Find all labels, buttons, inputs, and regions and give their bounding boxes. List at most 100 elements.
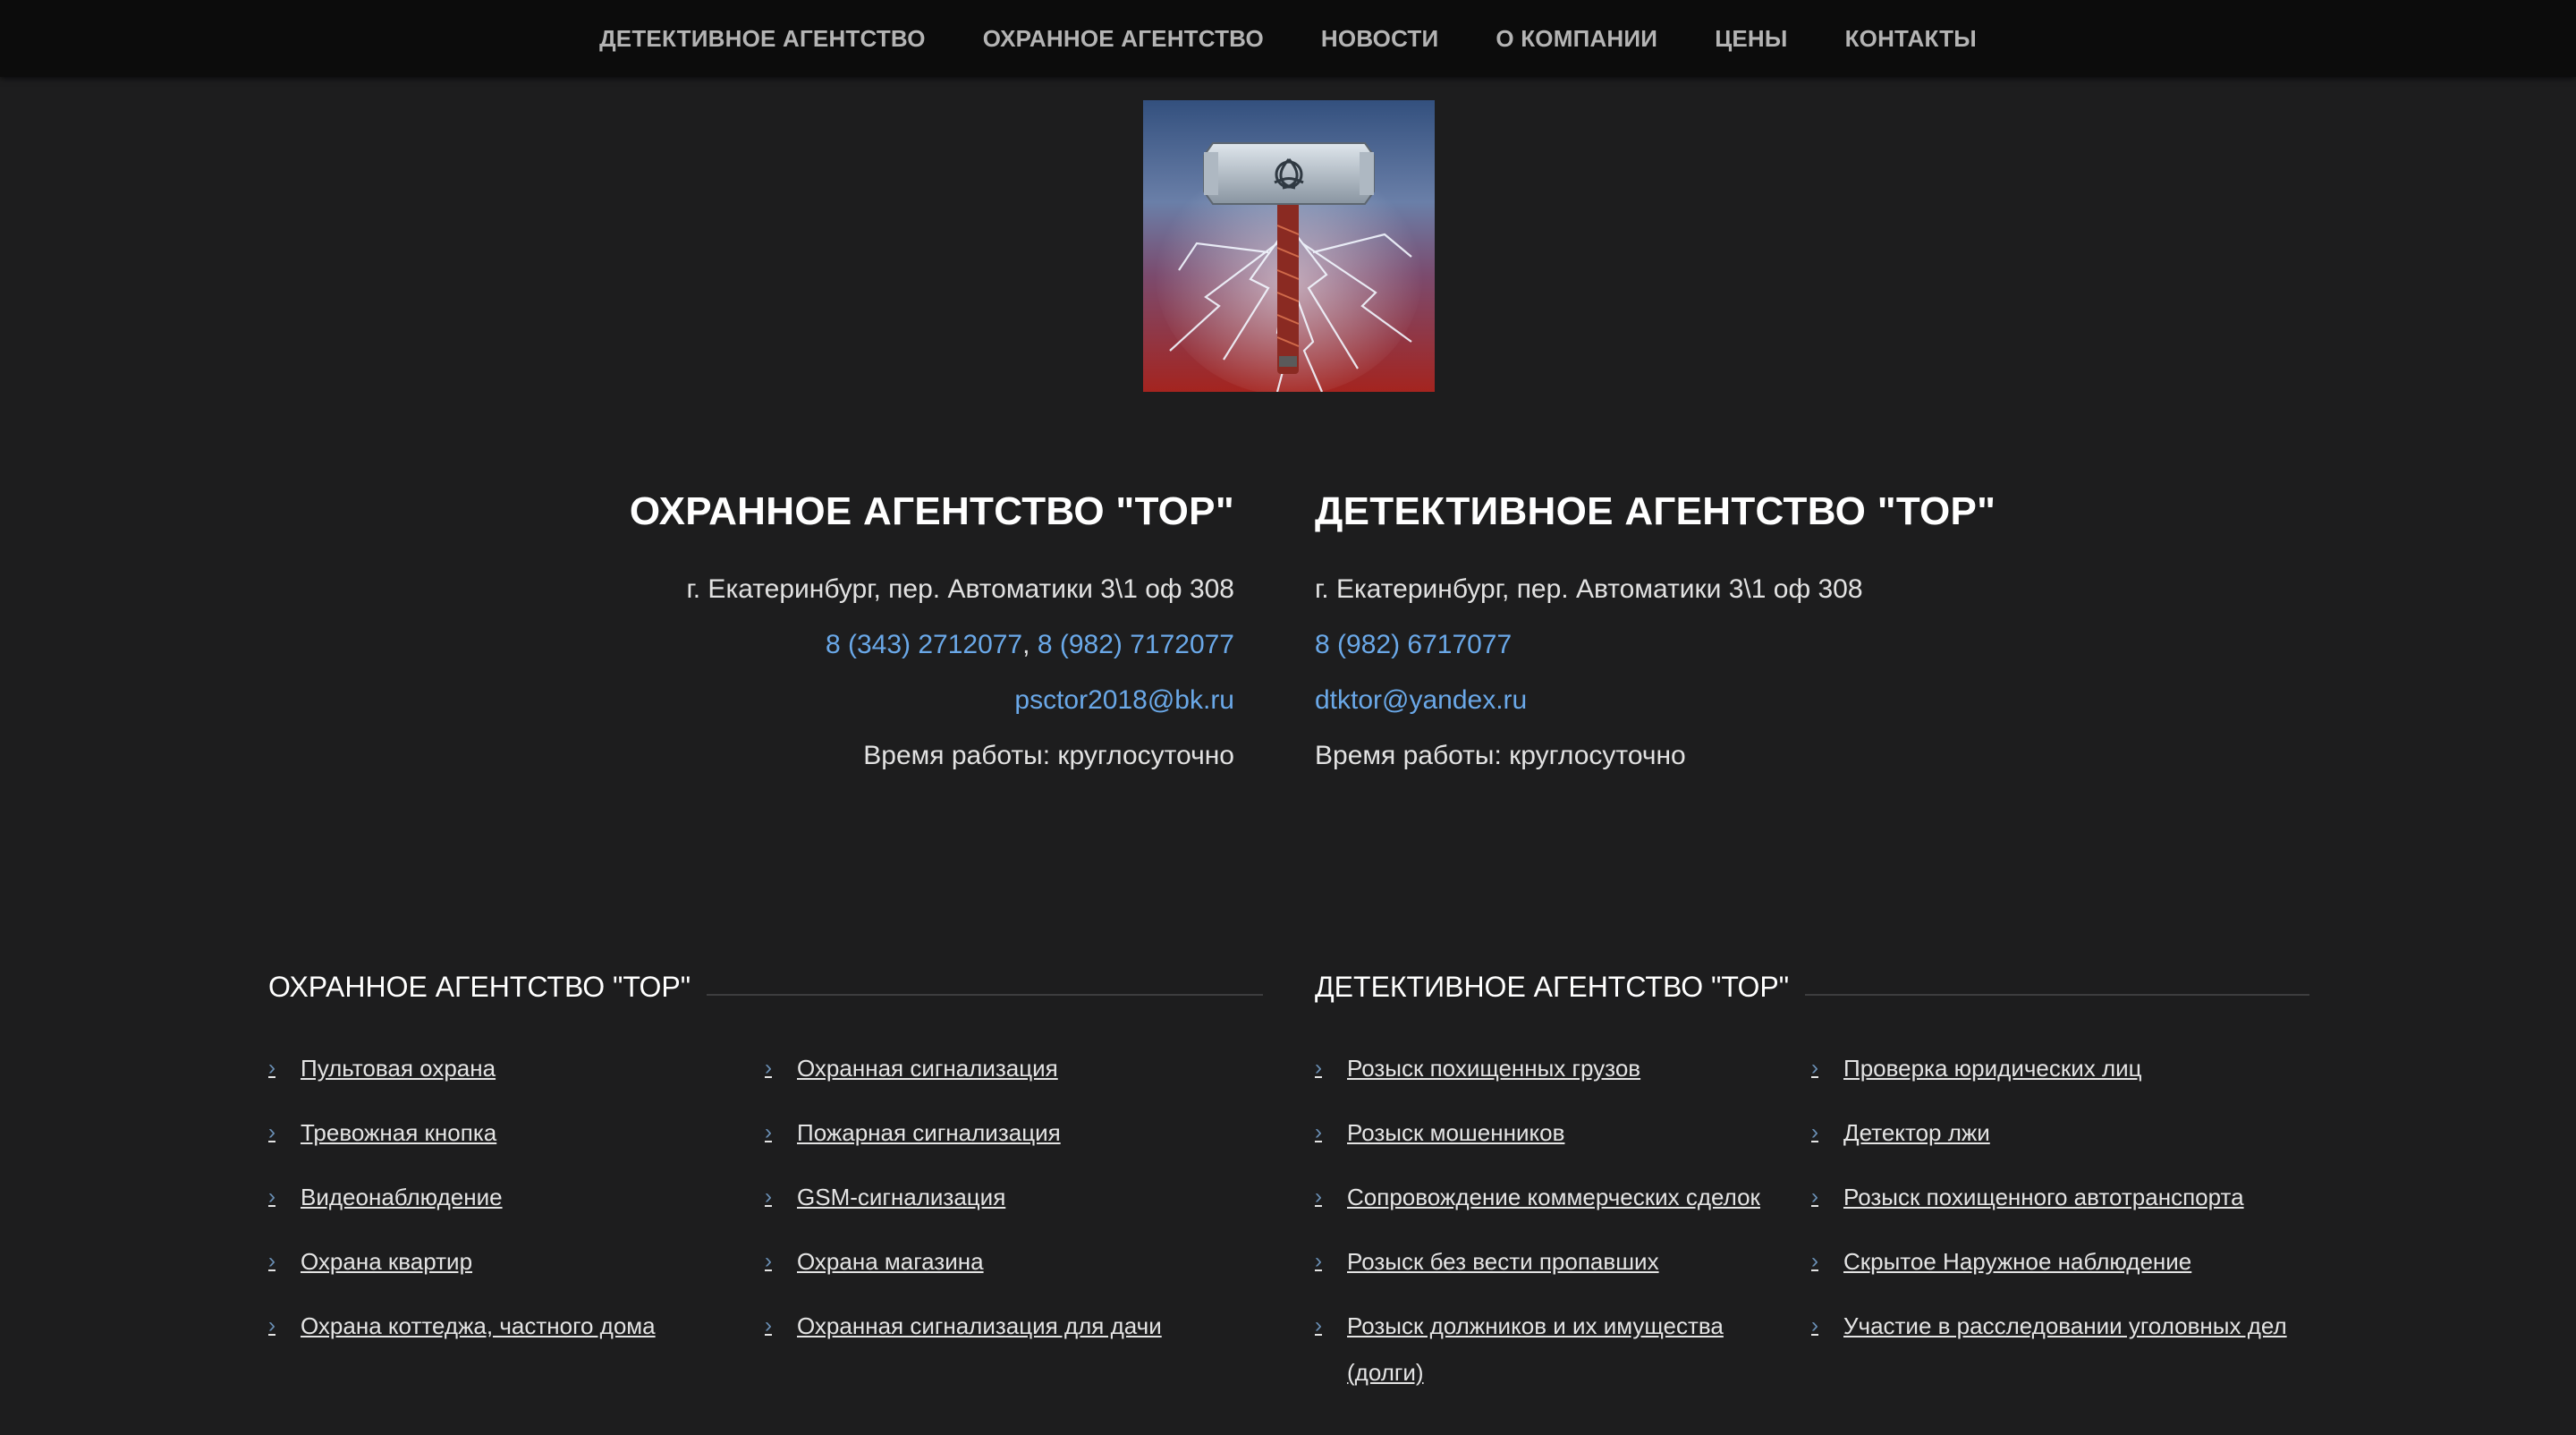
phone-separator: , (1022, 630, 1030, 659)
security-agency-address: г. Екатеринбург, пер. Автоматики 3\1 оф … (686, 574, 1234, 604)
detective-email-link[interactable]: dtktor@yandex.ru (1315, 685, 1527, 715)
security-agency-hours: Время работы: круглосуточно (863, 741, 1234, 770)
service-link[interactable]: › Тревожная кнопка (268, 1109, 765, 1156)
service-label: Видеонаблюдение (301, 1184, 503, 1210)
site-logo[interactable] (1143, 100, 1435, 392)
service-link[interactable]: › Розыск должников и их имущества (долги) (1315, 1303, 1811, 1396)
service-link[interactable]: › Розыск без вести пропавших (1315, 1238, 1811, 1285)
security-agency-email-line: psctor2018@bk.ru (555, 673, 1234, 728)
service-label: Скрытое Наружное наблюдение (1843, 1248, 2192, 1275)
chevron-right-icon: › (268, 1249, 275, 1273)
service-link[interactable]: › Охранная сигнализация (765, 1045, 1261, 1091)
service-link[interactable]: › Охранная сигнализация для дачи (765, 1303, 1261, 1349)
service-label: Розыск мошенников (1347, 1119, 1565, 1146)
detective-services-list: › Розыск похищенных грузов › Проверка юрид… (1315, 1045, 2309, 1414)
detective-agency-contacts: ДЕТЕКТИВНОЕ АГЕНТСТВО "ТОР" г. Екатеринб… (1315, 481, 1996, 784)
nav-link-security-agency[interactable]: ОХРАННОЕ АГЕНТСТВО (983, 25, 1264, 52)
detective-agency-phones: 8 (982) 6717077 (1315, 617, 1995, 673)
security-services-list: › Пультовая охрана › Охранная сигнализация… (268, 1045, 1263, 1367)
service-link[interactable]: › Розыск мошенников (1315, 1109, 1811, 1156)
nav-link-prices[interactable]: ЦЕНЫ (1715, 25, 1787, 52)
section-divider (707, 994, 1263, 996)
security-email-link[interactable]: psctor2018@bk.ru (1014, 685, 1234, 715)
service-label: Проверка юридических лиц (1843, 1055, 2142, 1082)
service-link[interactable]: › Видеонаблюдение (268, 1174, 765, 1220)
service-link[interactable]: › GSM-сигнализация (765, 1174, 1261, 1220)
nav-item-about: О КОМПАНИИ (1496, 25, 1657, 53)
detective-agency-email-line: dtktor@yandex.ru (1315, 673, 1995, 728)
top-navigation: ДЕТЕКТИВНОЕ АГЕНТСТВО ОХРАННОЕ АГЕНТСТВО… (0, 0, 2576, 77)
service-label: Розыск должников и их имущества (долги) (1347, 1312, 1724, 1386)
security-services-header: ОХРАННОЕ АГЕНТСТВО "ТОР" (268, 957, 1263, 1016)
service-link[interactable]: › Участие в расследовании уголовных дел (1811, 1303, 2308, 1396)
chevron-right-icon: › (268, 1120, 275, 1144)
chevron-right-icon: › (268, 1056, 275, 1080)
chevron-right-icon: › (1811, 1185, 1818, 1209)
service-link[interactable]: › Пожарная сигнализация (765, 1109, 1261, 1156)
chevron-right-icon: › (765, 1056, 772, 1080)
nav-menu: ДЕТЕКТИВНОЕ АГЕНТСТВО ОХРАННОЕ АГЕНТСТВО… (0, 0, 2576, 77)
chevron-right-icon: › (1811, 1056, 1818, 1080)
service-link[interactable]: › Охрана квартир (268, 1238, 765, 1285)
thor-hammer-lightning-logo-icon (1143, 100, 1435, 392)
nav-link-news[interactable]: НОВОСТИ (1321, 25, 1438, 52)
security-phone-link-2[interactable]: 8 (982) 7172077 (1038, 630, 1234, 659)
nav-item-prices: ЦЕНЫ (1715, 25, 1787, 53)
chevron-right-icon: › (765, 1185, 772, 1209)
chevron-right-icon: › (1315, 1249, 1322, 1273)
service-label: GSM-сигнализация (797, 1184, 1006, 1210)
nav-link-detective-agency[interactable]: ДЕТЕКТИВНОЕ АГЕНТСТВО (599, 25, 926, 52)
service-label: Пожарная сигнализация (797, 1119, 1061, 1146)
service-label: Охранная сигнализация для дачи (797, 1312, 1162, 1339)
service-label: Сопровождение коммерческих сделок (1347, 1184, 1760, 1210)
service-link[interactable]: › Скрытое Наружное наблюдение (1811, 1238, 2308, 1285)
chevron-right-icon: › (1811, 1120, 1818, 1144)
service-link[interactable]: › Охрана коттеджа, частного дома (268, 1303, 765, 1349)
chevron-right-icon: › (268, 1185, 275, 1209)
nav-item-contacts: КОНТАКТЫ (1845, 25, 1977, 53)
service-link[interactable]: › Детектор лжи (1811, 1109, 2308, 1156)
service-link[interactable]: › Охрана магазина (765, 1238, 1261, 1285)
detective-agency-title: ДЕТЕКТИВНОЕ АГЕНТСТВО "ТОР" (1315, 489, 1996, 533)
chevron-right-icon: › (1315, 1056, 1322, 1080)
nav-link-contacts[interactable]: КОНТАКТЫ (1845, 25, 1977, 52)
service-link[interactable]: › Розыск похищенного автотранспорта (1811, 1174, 2308, 1220)
detective-agency-address: г. Екатеринбург, пер. Автоматики 3\1 оф … (1315, 574, 1863, 604)
chevron-right-icon: › (765, 1249, 772, 1273)
section-divider (1805, 994, 2309, 996)
service-label: Охрана квартир (301, 1248, 473, 1275)
chevron-right-icon: › (1315, 1185, 1322, 1209)
security-services-section: ОХРАННОЕ АГЕНТСТВО "ТОР" › Пультовая охра… (268, 957, 1263, 1367)
security-phone-link-1[interactable]: 8 (343) 2712077 (826, 630, 1022, 659)
service-label: Розыск похищенного автотранспорта (1843, 1184, 2244, 1210)
nav-item-news: НОВОСТИ (1321, 25, 1438, 53)
security-agency-title: ОХРАННОЕ АГЕНТСТВО "ТОР" (629, 489, 1234, 533)
service-link[interactable]: › Розыск похищенных грузов (1315, 1045, 1811, 1091)
service-label: Пультовая охрана (301, 1055, 496, 1082)
service-label: Розыск похищенных грузов (1347, 1055, 1641, 1082)
chevron-right-icon: › (765, 1313, 772, 1337)
chevron-right-icon: › (268, 1313, 275, 1337)
service-link[interactable]: › Сопровождение коммерческих сделок (1315, 1174, 1811, 1220)
security-services-title: ОХРАННОЕ АГЕНТСТВО "ТОР" (268, 970, 691, 1003)
detective-services-header: ДЕТЕКТИВНОЕ АГЕНТСТВО "ТОР" (1315, 957, 2309, 1016)
nav-item-detective-agency: ДЕТЕКТИВНОЕ АГЕНТСТВО (599, 25, 926, 53)
nav-item-security-agency: ОХРАННОЕ АГЕНТСТВО (983, 25, 1264, 53)
chevron-right-icon: › (765, 1120, 772, 1144)
service-link[interactable]: › Пультовая охрана (268, 1045, 765, 1091)
service-label: Детектор лжи (1843, 1119, 1990, 1146)
detective-agency-hours: Время работы: круглосуточно (1315, 741, 1686, 770)
nav-link-about[interactable]: О КОМПАНИИ (1496, 25, 1657, 52)
detective-services-section: ДЕТЕКТИВНОЕ АГЕНТСТВО "ТОР" › Розыск похи… (1315, 957, 2309, 1414)
service-link[interactable]: › Проверка юридических лиц (1811, 1045, 2308, 1091)
chevron-right-icon: › (1315, 1313, 1322, 1337)
chevron-right-icon: › (1315, 1120, 1322, 1144)
security-agency-contacts: ОХРАННОЕ АГЕНТСТВО "ТОР" г. Екатеринбург… (555, 481, 1234, 784)
detective-services-title: ДЕТЕКТИВНОЕ АГЕНТСТВО "ТОР" (1315, 970, 1790, 1003)
service-label: Охранная сигнализация (797, 1055, 1058, 1082)
chevron-right-icon: › (1811, 1249, 1818, 1273)
detective-phone-link[interactable]: 8 (982) 6717077 (1315, 630, 1512, 659)
security-agency-phones: 8 (343) 2712077, 8 (982) 7172077 (555, 617, 1234, 673)
service-label: Розыск без вести пропавших (1347, 1248, 1659, 1275)
service-label: Охрана магазина (797, 1248, 984, 1275)
